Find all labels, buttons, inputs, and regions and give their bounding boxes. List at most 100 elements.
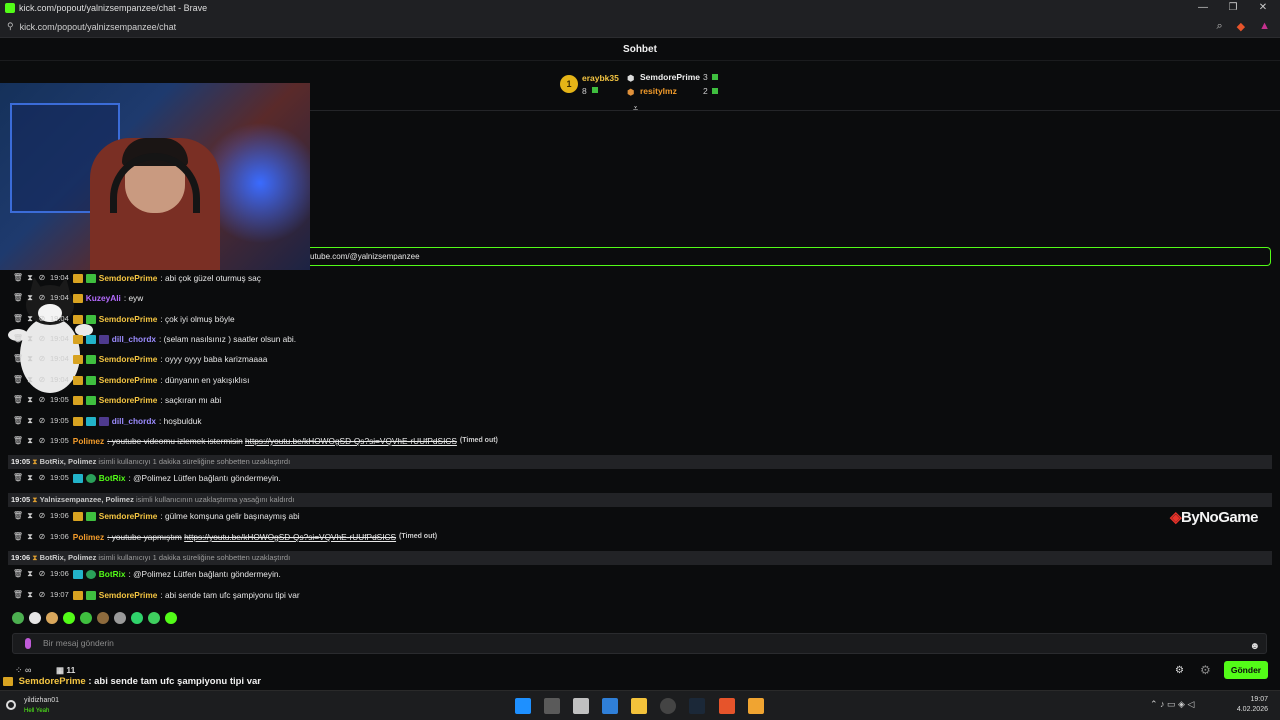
timeout-icon[interactable]: ⧗ <box>24 506 36 526</box>
url-text[interactable]: kick.com/popout/yalnizsempanzee/chat <box>20 22 177 32</box>
delete-icon[interactable]: 🗑 <box>12 349 24 369</box>
ban-icon[interactable]: ⊘ <box>36 268 48 288</box>
gear-large-icon[interactable]: ⚙ <box>1200 663 1211 677</box>
ban-icon[interactable]: ⊘ <box>36 468 48 488</box>
message-username[interactable]: BotRix <box>99 564 126 584</box>
app-icon[interactable] <box>748 698 764 714</box>
emote-icon[interactable] <box>131 612 143 624</box>
message-username[interactable]: BotRix <box>99 468 126 488</box>
timeout-icon[interactable]: ⧗ <box>24 288 36 308</box>
message-username[interactable]: dill_chordx <box>112 411 156 431</box>
message-username[interactable]: SemdorePrime <box>99 506 158 526</box>
chat-message[interactable]: 🗑 ⧗ ⊘ 19:04 SemdorePrime: abi çok güzel otur… <box>0 268 1280 288</box>
chat-message[interactable]: 🗑 ⧗ ⊘ 19:05 Polimez: youtube videomu izlemek… <box>0 431 1280 451</box>
message-username[interactable]: Polimez <box>73 527 104 547</box>
delete-icon[interactable]: 🗑 <box>12 468 24 488</box>
brave-shields-icon[interactable]: ◆ <box>1237 20 1245 33</box>
timeout-icon[interactable]: ⧗ <box>24 329 36 349</box>
chat-message[interactable]: 🗑 ⧗ ⊘ 19:04 SemdorePrime: çok iyi olmuş böyl… <box>0 309 1280 329</box>
close-icon[interactable]: ✕ <box>1248 0 1278 16</box>
timeout-icon[interactable]: ⧗ <box>24 309 36 329</box>
ban-icon[interactable]: ⊘ <box>36 585 48 605</box>
infinity-icon[interactable]: ⁘ ∞ <box>15 665 31 676</box>
message-username[interactable]: Polimez <box>73 431 104 451</box>
timeout-icon[interactable]: ⧗ <box>24 349 36 369</box>
ban-icon[interactable]: ⊘ <box>36 390 48 410</box>
chat-message[interactable]: 🗑 ⧗ ⊘ 19:07 SemdorePrime: abi sende tam ufc … <box>0 585 1280 605</box>
timeout-icon[interactable]: ⧗ <box>24 390 36 410</box>
send-button[interactable]: Gönder <box>1224 661 1268 679</box>
task-view-icon[interactable] <box>544 698 560 714</box>
message-link[interactable]: https://youtu.be/kHOWOgSD-Qs?si=VQVhE-rU… <box>245 431 457 451</box>
pinned-message[interactable]: utube.com/@yalnizsempanzee <box>300 247 1271 266</box>
leader-name[interactable]: SemdorePrime <box>640 72 700 82</box>
system-clock[interactable]: 19:07 4.02.2026 <box>1237 695 1268 715</box>
message-username[interactable]: KuzeyAli <box>86 288 121 308</box>
delete-icon[interactable]: 🗑 <box>12 411 24 431</box>
collapse-arrow-icon[interactable]: ⩡ <box>633 103 638 114</box>
microphone-icon[interactable] <box>25 638 31 649</box>
message-username[interactable]: dill_chordx <box>112 329 156 349</box>
timeout-icon[interactable]: ⧗ <box>24 527 36 547</box>
timeout-icon[interactable]: ⧗ <box>24 411 36 431</box>
ban-icon[interactable]: ⊘ <box>36 288 48 308</box>
message-username[interactable]: SemdorePrime <box>99 585 158 605</box>
emote-icon[interactable] <box>148 612 160 624</box>
delete-icon[interactable]: 🗑 <box>12 564 24 584</box>
profile-avatar-icon[interactable] <box>6 700 16 710</box>
chat-message[interactable]: 🗑 ⧗ ⊘ 19:06 BotRix: @Polimez Lütfen bağlantı… <box>0 564 1280 584</box>
delete-icon[interactable]: 🗑 <box>12 390 24 410</box>
ban-icon[interactable]: ⊘ <box>36 349 48 369</box>
brave-rewards-icon[interactable]: ▲ <box>1259 20 1270 33</box>
site-settings-icon[interactable]: ⚲ <box>7 21 14 32</box>
message-link[interactable]: https://youtu.be/kHOWOgSD-Qs?si=VQVhE-rU… <box>184 527 396 547</box>
emote-icon[interactable] <box>46 612 58 624</box>
ban-icon[interactable]: ⊘ <box>36 370 48 390</box>
chat-message[interactable]: 🗑 ⧗ ⊘ 19:06 Polimez: youtube yapmıştım https… <box>0 527 1280 547</box>
maximize-icon[interactable]: ❐ <box>1218 0 1248 16</box>
emote-icon[interactable] <box>80 612 92 624</box>
emote-icon[interactable] <box>165 612 177 624</box>
delete-icon[interactable]: 🗑 <box>12 288 24 308</box>
ban-icon[interactable]: ⊘ <box>36 411 48 431</box>
leader-name[interactable]: eraybk35 <box>582 73 619 83</box>
brave-icon[interactable] <box>719 698 735 714</box>
timeout-icon[interactable]: ⧗ <box>24 268 36 288</box>
delete-icon[interactable]: 🗑 <box>12 268 24 288</box>
app-icon[interactable] <box>660 698 676 714</box>
chat-message[interactable]: 🗑 ⧗ ⊘ 19:04 dill_chordx: (selam nasılsınız )… <box>0 329 1280 349</box>
delete-icon[interactable]: 🗑 <box>12 370 24 390</box>
ban-icon[interactable]: ⊘ <box>36 431 48 451</box>
emote-icon[interactable] <box>29 612 41 624</box>
minimize-icon[interactable]: — <box>1188 0 1218 16</box>
ban-icon[interactable]: ⊘ <box>36 329 48 349</box>
app-icon[interactable] <box>573 698 589 714</box>
timeout-icon[interactable]: ⧗ <box>24 585 36 605</box>
emote-icon[interactable] <box>97 612 109 624</box>
timeout-icon[interactable]: ⧗ <box>24 370 36 390</box>
chat-message[interactable]: 🗑 ⧗ ⊘ 19:06 SemdorePrime: gülme komşuna geli… <box>0 506 1280 526</box>
emote-icon[interactable] <box>114 612 126 624</box>
delete-icon[interactable]: 🗑 <box>12 527 24 547</box>
tray-icons[interactable]: ⌃ ♪ ▭ ◈ ◁ <box>1150 699 1194 710</box>
chat-message[interactable]: 🗑 ⧗ ⊘ 19:04 KuzeyAli: eyw <box>0 288 1280 308</box>
delete-icon[interactable]: 🗑 <box>12 431 24 451</box>
message-username[interactable]: SemdorePrime <box>99 309 158 329</box>
message-username[interactable]: SemdorePrime <box>99 390 158 410</box>
file-explorer-icon[interactable] <box>631 698 647 714</box>
chat-message[interactable]: 🗑 ⧗ ⊘ 19:05 BotRix: @Polimez Lütfen bağlantı… <box>0 468 1280 488</box>
emote-icon[interactable] <box>63 612 75 624</box>
delete-icon[interactable]: 🗑 <box>12 309 24 329</box>
leader-name[interactable]: resitylmz <box>640 86 677 96</box>
chat-message[interactable]: 🗑 ⧗ ⊘ 19:04 SemdorePrime: dünyanın en yakışı… <box>0 370 1280 390</box>
emote-icon[interactable] <box>12 612 24 624</box>
windows-start-icon[interactable] <box>515 698 531 714</box>
chat-input[interactable]: Bir mesaj gönderin ☻ <box>12 633 1267 654</box>
timeout-icon[interactable]: ⧗ <box>24 431 36 451</box>
app-icon[interactable] <box>602 698 618 714</box>
timeout-icon[interactable]: ⧗ <box>24 564 36 584</box>
ban-icon[interactable]: ⊘ <box>36 564 48 584</box>
message-username[interactable]: SemdorePrime <box>99 349 158 369</box>
delete-icon[interactable]: 🗑 <box>12 329 24 349</box>
gear-icon[interactable]: ⚙ <box>1175 665 1184 676</box>
